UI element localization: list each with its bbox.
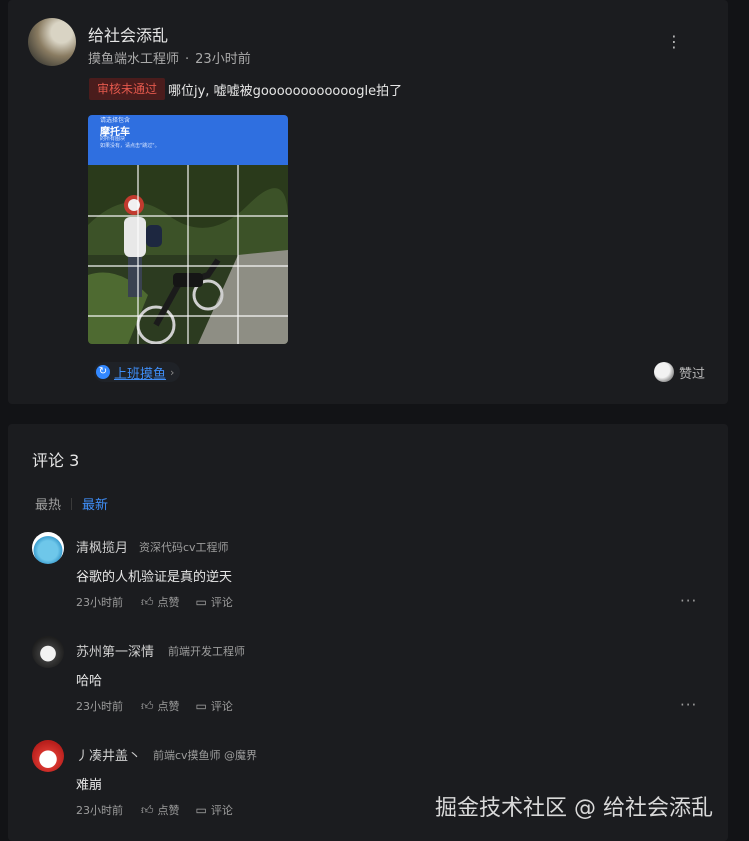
more-options-icon[interactable]: ⋮ xyxy=(666,32,682,52)
comment-reply-button[interactable]: ▭ 评论 xyxy=(196,594,233,610)
post-image-captcha[interactable]: 请选择包含 摩托车 的所有图块 如果没有，请点击"跳过"。 xyxy=(88,115,288,344)
sort-divider xyxy=(71,497,73,510)
captcha-instruction-2: 的所有图块 xyxy=(100,136,126,142)
commenter-avatar[interactable] xyxy=(32,740,64,772)
comment-actions: 23小时前 👍︎ 点赞 ▭ 评论 xyxy=(76,698,249,714)
like-label: 点赞 xyxy=(157,804,180,817)
commenter-name[interactable]: 丿凑井盖丶 xyxy=(76,745,141,764)
comments-card: 评论 3 最热 最新 清枫揽月 资深代码cv工程师 谷歌的人机验证是真的逆天 2… xyxy=(8,424,728,841)
like-label: 点赞 xyxy=(157,596,180,609)
comment-like-button[interactable]: 👍︎ 点赞 xyxy=(141,594,180,610)
comment-icon: ▭ xyxy=(195,699,207,713)
thumbs-up-icon: 👍︎ xyxy=(141,698,154,713)
post-author-title: 摸鱼端水工程师 xyxy=(88,52,180,67)
commenter-avatar[interactable] xyxy=(32,532,64,564)
chevron-right-icon: › xyxy=(170,365,175,379)
commenter-name[interactable]: 苏州第一深情 xyxy=(76,641,154,660)
topic-label: 上班摸鱼 xyxy=(114,366,167,382)
post-content-text: 哪位jy, 嘘嘘被goooooooooooogle拍了 xyxy=(168,84,403,99)
comment-time: 23小时前 xyxy=(76,804,123,817)
reply-label: 评论 xyxy=(210,700,233,713)
captcha-header: 请选择包含 摩托车 的所有图块 如果没有，请点击"跳过"。 xyxy=(88,115,288,165)
comments-title: 评论 3 xyxy=(32,451,80,470)
watermark-text: 掘金技术社区 @ 给社会添乱 xyxy=(435,796,713,821)
reply-label: 评论 xyxy=(210,804,233,817)
comment-like-button[interactable]: 👍︎ 点赞 xyxy=(141,698,180,714)
comment-time: 23小时前 xyxy=(76,700,123,713)
review-status-badge: 审核未通过 xyxy=(89,78,166,100)
commenter-title: 前端cv摸鱼师 @魔界 xyxy=(153,749,258,762)
comment-icon: ▭ xyxy=(195,803,207,817)
post-card: 给社会添乱 摸鱼端水工程师 · 23小时前 ⋮ 审核未通过 哪位jy, 嘘嘘被goo… xyxy=(8,0,728,404)
commenter-avatar[interactable] xyxy=(32,636,64,668)
comment-more-icon[interactable]: ··· xyxy=(680,696,697,714)
thumbs-up-icon: 👍︎ xyxy=(141,594,154,609)
captcha-photo-grid xyxy=(88,165,288,344)
reply-label: 评论 xyxy=(210,596,233,609)
comment-reply-button[interactable]: ▭ 评论 xyxy=(196,698,233,714)
sort-tab-hot[interactable]: 最热 xyxy=(35,494,61,513)
post-like-button[interactable]: 赞过 xyxy=(654,362,705,382)
comment-item: 清枫揽月 资深代码cv工程师 谷歌的人机验证是真的逆天 23小时前 👍︎ 点赞 ▭… xyxy=(8,532,728,628)
thumbs-up-icon: 👍︎ xyxy=(141,802,154,817)
post-time: 23小时前 xyxy=(195,52,251,67)
comment-actions: 23小时前 👍︎ 点赞 ▭ 评论 xyxy=(76,594,249,610)
post-author-name[interactable]: 给社会添乱 xyxy=(88,22,168,46)
comment-text: 难崩 xyxy=(76,778,103,793)
post-meta: 摸鱼端水工程师 · 23小时前 xyxy=(88,48,251,67)
post-like-label: 赞过 xyxy=(679,366,706,382)
comment-text: 谷歌的人机验证是真的逆天 xyxy=(76,570,233,585)
comment-like-button[interactable]: 👍︎ 点赞 xyxy=(141,802,180,818)
comment-item: 苏州第一深情 前端开发工程师 哈哈 23小时前 👍︎ 点赞 ▭ 评论 ··· xyxy=(8,636,728,732)
comment-sort-tabs: 最热 最新 xyxy=(35,494,108,513)
commenter-name[interactable]: 清枫揽月 xyxy=(76,537,128,556)
refresh-icon: ↻ xyxy=(96,365,110,379)
comment-icon: ▭ xyxy=(195,595,207,609)
liker-avatar-icon xyxy=(654,362,674,382)
comment-text: 哈哈 xyxy=(76,674,103,689)
comment-more-icon[interactable]: ··· xyxy=(680,592,697,610)
sort-tab-new[interactable]: 最新 xyxy=(82,494,108,513)
post-author-avatar[interactable] xyxy=(28,18,76,66)
meta-separator: · xyxy=(185,52,190,67)
comment-reply-button[interactable]: ▭ 评论 xyxy=(196,802,233,818)
commenter-title: 资深代码cv工程师 xyxy=(139,541,229,554)
comment-actions: 23小时前 👍︎ 点赞 ▭ 评论 xyxy=(76,802,249,818)
captcha-instruction-3: 如果没有，请点击"跳过"。 xyxy=(100,143,160,149)
commenter-title: 前端开发工程师 xyxy=(168,645,245,658)
like-label: 点赞 xyxy=(157,700,180,713)
topic-tag[interactable]: ↻ 上班摸鱼 › xyxy=(94,362,181,382)
comment-time: 23小时前 xyxy=(76,596,123,609)
